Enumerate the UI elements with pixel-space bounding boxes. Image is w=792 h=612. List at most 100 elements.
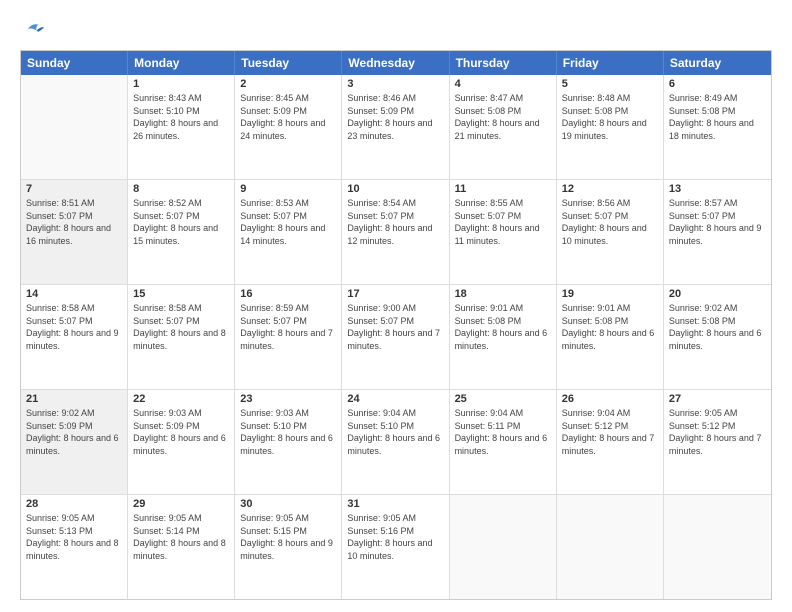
day-number: 12 xyxy=(562,183,658,195)
day-number: 8 xyxy=(133,183,229,195)
calendar-cell: 21 Sunrise: 9:02 AMSunset: 5:09 PMDayligh… xyxy=(21,390,128,494)
cell-info: Sunrise: 8:59 AMSunset: 5:07 PMDaylight:… xyxy=(240,302,336,352)
day-number: 17 xyxy=(347,288,443,300)
calendar-row: 21 Sunrise: 9:02 AMSunset: 5:09 PMDayligh… xyxy=(21,390,771,495)
day-number: 19 xyxy=(562,288,658,300)
calendar: SundayMondayTuesdayWednesdayThursdayFrid… xyxy=(20,50,772,600)
day-number: 26 xyxy=(562,393,658,405)
calendar-cell: 30 Sunrise: 9:05 AMSunset: 5:15 PMDayligh… xyxy=(235,495,342,599)
calendar-cell: 2 Sunrise: 8:45 AMSunset: 5:09 PMDaylight… xyxy=(235,75,342,179)
cell-info: Sunrise: 9:05 AMSunset: 5:13 PMDaylight:… xyxy=(26,512,122,562)
cell-info: Sunrise: 9:05 AMSunset: 5:12 PMDaylight:… xyxy=(669,407,766,457)
day-number: 27 xyxy=(669,393,766,405)
day-number: 11 xyxy=(455,183,551,195)
cell-info: Sunrise: 9:05 AMSunset: 5:14 PMDaylight:… xyxy=(133,512,229,562)
calendar-cell: 7 Sunrise: 8:51 AMSunset: 5:07 PMDaylight… xyxy=(21,180,128,284)
calendar-cell: 4Sunrise: 8:47 AMSunset: 5:08 PMDaylight… xyxy=(450,75,557,179)
cell-info: Sunrise: 9:02 AMSunset: 5:09 PMDaylight:… xyxy=(26,407,122,457)
day-number: 24 xyxy=(347,393,443,405)
calendar-cell: 11 Sunrise: 8:55 AMSunset: 5:07 PMDayligh… xyxy=(450,180,557,284)
day-number: 25 xyxy=(455,393,551,405)
calendar-cell: 19Sunrise: 9:01 AMSunset: 5:08 PMDayligh… xyxy=(557,285,664,389)
calendar-cell: 31Sunrise: 9:05 AMSunset: 5:16 PMDayligh… xyxy=(342,495,449,599)
day-number: 14 xyxy=(26,288,122,300)
calendar-cell: 3 Sunrise: 8:46 AMSunset: 5:09 PMDaylight… xyxy=(342,75,449,179)
calendar-cell: 25 Sunrise: 9:04 AMSunset: 5:11 PMDayligh… xyxy=(450,390,557,494)
day-number: 28 xyxy=(26,498,122,510)
cell-info: Sunrise: 8:56 AMSunset: 5:07 PMDaylight:… xyxy=(562,197,658,247)
calendar-header-cell: Thursday xyxy=(450,51,557,75)
calendar-cell: 16 Sunrise: 8:59 AMSunset: 5:07 PMDayligh… xyxy=(235,285,342,389)
day-number: 3 xyxy=(347,78,443,90)
cell-info: Sunrise: 9:04 AMSunset: 5:12 PMDaylight:… xyxy=(562,407,658,457)
calendar-cell: 10 Sunrise: 8:54 AMSunset: 5:07 PMDayligh… xyxy=(342,180,449,284)
day-number: 15 xyxy=(133,288,229,300)
calendar-row: 7 Sunrise: 8:51 AMSunset: 5:07 PMDaylight… xyxy=(21,180,771,285)
calendar-cell xyxy=(450,495,557,599)
calendar-cell: 24Sunrise: 9:04 AMSunset: 5:10 PMDayligh… xyxy=(342,390,449,494)
day-number: 2 xyxy=(240,78,336,90)
day-number: 23 xyxy=(240,393,336,405)
day-number: 29 xyxy=(133,498,229,510)
calendar-cell: 28 Sunrise: 9:05 AMSunset: 5:13 PMDayligh… xyxy=(21,495,128,599)
day-number: 7 xyxy=(26,183,122,195)
cell-info: Sunrise: 9:01 AMSunset: 5:08 PMDaylight:… xyxy=(455,302,551,352)
day-number: 4 xyxy=(455,78,551,90)
calendar-header-cell: Friday xyxy=(557,51,664,75)
day-number: 16 xyxy=(240,288,336,300)
calendar-cell: 18 Sunrise: 9:01 AMSunset: 5:08 PMDayligh… xyxy=(450,285,557,389)
calendar-cell: 14 Sunrise: 8:58 AMSunset: 5:07 PMDayligh… xyxy=(21,285,128,389)
cell-info: Sunrise: 8:48 AMSunset: 5:08 PMDaylight:… xyxy=(562,92,658,142)
calendar-row: 14 Sunrise: 8:58 AMSunset: 5:07 PMDayligh… xyxy=(21,285,771,390)
calendar-cell xyxy=(557,495,664,599)
calendar-row: 28 Sunrise: 9:05 AMSunset: 5:13 PMDayligh… xyxy=(21,495,771,599)
calendar-cell: 17 Sunrise: 9:00 AMSunset: 5:07 PMDayligh… xyxy=(342,285,449,389)
logo xyxy=(20,18,44,40)
day-number: 10 xyxy=(347,183,443,195)
calendar-cell: 13 Sunrise: 8:57 AMSunset: 5:07 PMDayligh… xyxy=(664,180,771,284)
cell-info: Sunrise: 8:58 AMSunset: 5:07 PMDaylight:… xyxy=(26,302,122,352)
cell-info: Sunrise: 8:45 AMSunset: 5:09 PMDaylight:… xyxy=(240,92,336,142)
cell-info: Sunrise: 8:52 AMSunset: 5:07 PMDaylight:… xyxy=(133,197,229,247)
cell-info: Sunrise: 8:43 AMSunset: 5:10 PMDaylight:… xyxy=(133,92,229,142)
calendar-cell: 5 Sunrise: 8:48 AMSunset: 5:08 PMDaylight… xyxy=(557,75,664,179)
calendar-row: 1 Sunrise: 8:43 AMSunset: 5:10 PMDaylight… xyxy=(21,75,771,180)
day-number: 13 xyxy=(669,183,766,195)
day-number: 20 xyxy=(669,288,766,300)
calendar-header-cell: Sunday xyxy=(21,51,128,75)
calendar-header-cell: Tuesday xyxy=(235,51,342,75)
cell-info: Sunrise: 9:05 AMSunset: 5:15 PMDaylight:… xyxy=(240,512,336,562)
calendar-cell: 22 Sunrise: 9:03 AMSunset: 5:09 PMDayligh… xyxy=(128,390,235,494)
day-number: 21 xyxy=(26,393,122,405)
calendar-cell: 6Sunrise: 8:49 AMSunset: 5:08 PMDaylight… xyxy=(664,75,771,179)
cell-info: Sunrise: 9:03 AMSunset: 5:09 PMDaylight:… xyxy=(133,407,229,457)
calendar-cell: 15Sunrise: 8:58 AMSunset: 5:07 PMDayligh… xyxy=(128,285,235,389)
day-number: 18 xyxy=(455,288,551,300)
calendar-header-cell: Saturday xyxy=(664,51,771,75)
calendar-cell xyxy=(21,75,128,179)
cell-info: Sunrise: 8:55 AMSunset: 5:07 PMDaylight:… xyxy=(455,197,551,247)
calendar-cell: 9Sunrise: 8:53 AMSunset: 5:07 PMDaylight… xyxy=(235,180,342,284)
cell-info: Sunrise: 9:04 AMSunset: 5:11 PMDaylight:… xyxy=(455,407,551,457)
day-number: 30 xyxy=(240,498,336,510)
calendar-cell: 29 Sunrise: 9:05 AMSunset: 5:14 PMDayligh… xyxy=(128,495,235,599)
cell-info: Sunrise: 8:51 AMSunset: 5:07 PMDaylight:… xyxy=(26,197,122,247)
calendar-cell xyxy=(664,495,771,599)
cell-info: Sunrise: 8:57 AMSunset: 5:07 PMDaylight:… xyxy=(669,197,766,247)
calendar-cell: 26 Sunrise: 9:04 AMSunset: 5:12 PMDayligh… xyxy=(557,390,664,494)
cell-info: Sunrise: 8:49 AMSunset: 5:08 PMDaylight:… xyxy=(669,92,766,142)
cell-info: Sunrise: 8:46 AMSunset: 5:09 PMDaylight:… xyxy=(347,92,443,142)
cell-info: Sunrise: 9:00 AMSunset: 5:07 PMDaylight:… xyxy=(347,302,443,352)
calendar-header-cell: Wednesday xyxy=(342,51,449,75)
day-number: 9 xyxy=(240,183,336,195)
calendar-header: SundayMondayTuesdayWednesdayThursdayFrid… xyxy=(21,51,771,75)
cell-info: Sunrise: 9:05 AMSunset: 5:16 PMDaylight:… xyxy=(347,512,443,562)
day-number: 5 xyxy=(562,78,658,90)
calendar-cell: 8 Sunrise: 8:52 AMSunset: 5:07 PMDaylight… xyxy=(128,180,235,284)
cell-info: Sunrise: 8:54 AMSunset: 5:07 PMDaylight:… xyxy=(347,197,443,247)
calendar-cell: 20Sunrise: 9:02 AMSunset: 5:08 PMDayligh… xyxy=(664,285,771,389)
day-number: 22 xyxy=(133,393,229,405)
cell-info: Sunrise: 9:03 AMSunset: 5:10 PMDaylight:… xyxy=(240,407,336,457)
day-number: 1 xyxy=(133,78,229,90)
calendar-cell: 23 Sunrise: 9:03 AMSunset: 5:10 PMDayligh… xyxy=(235,390,342,494)
